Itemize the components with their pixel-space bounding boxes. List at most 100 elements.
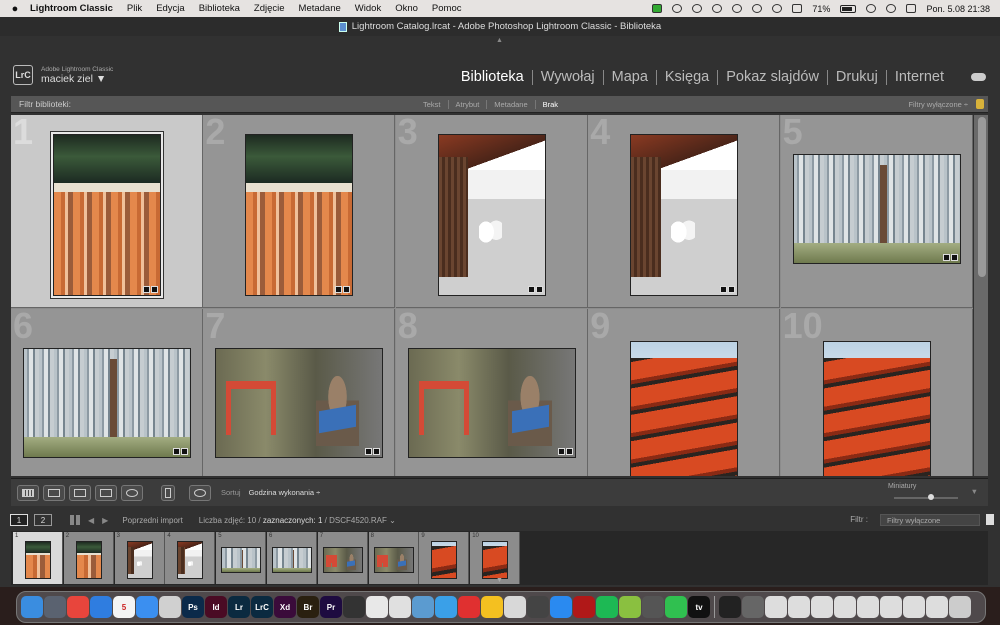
dock-app-icon[interactable]: [136, 596, 158, 618]
download-status-icon[interactable]: [652, 4, 663, 13]
module-library[interactable]: Biblioteka: [453, 70, 532, 85]
thumbnail-badges[interactable]: [557, 447, 573, 455]
dock-app-icon[interactable]: [665, 596, 687, 618]
dock-app-icon[interactable]: [573, 596, 595, 618]
dock-app-icon[interactable]: [550, 596, 572, 618]
control-center-icon[interactable]: [906, 4, 917, 13]
metadata-badge-icon[interactable]: [335, 285, 343, 293]
dock-app-icon[interactable]: Lr: [228, 596, 250, 618]
bottom-panel-toggle-icon[interactable]: ▼: [496, 577, 503, 584]
back-arrow-icon[interactable]: ◀: [88, 516, 94, 525]
module-web[interactable]: Internet: [885, 70, 952, 85]
grid-cell[interactable]: 4: [588, 115, 781, 308]
compare-view-button[interactable]: [69, 484, 91, 501]
dock-app-icon[interactable]: [412, 596, 434, 618]
photo-thumbnail[interactable]: [215, 347, 384, 458]
thumbnail-badges[interactable]: [527, 285, 543, 293]
filmstrip-thumbnail[interactable]: [272, 547, 312, 573]
dock-app-icon[interactable]: [21, 596, 43, 618]
spotlight-search-icon[interactable]: [886, 4, 897, 13]
dock-app-icon[interactable]: [527, 596, 549, 618]
grid-cell[interactable]: 1: [11, 115, 203, 308]
dock-app-icon[interactable]: 5: [113, 596, 135, 618]
creative-cloud-icon[interactable]: [692, 4, 703, 13]
filmstrip-thumbnail[interactable]: [177, 541, 204, 579]
filmstrip-cell[interactable]: 8: [368, 532, 419, 584]
module-develop[interactable]: Wywołaj: [531, 70, 603, 85]
filmstrip-thumbnail[interactable]: [126, 541, 153, 579]
top-panel-toggle-icon[interactable]: ▲: [496, 37, 503, 44]
menubar-clock[interactable]: Pon. 5.08 21:38: [926, 4, 990, 14]
filmstrip-cell[interactable]: 9: [419, 532, 470, 584]
grid-shortcut-icon[interactable]: [70, 515, 80, 525]
filter-lock-icon[interactable]: [986, 514, 994, 525]
cloud-sync-icon[interactable]: [971, 73, 986, 81]
menu-library[interactable]: Biblioteka: [199, 3, 240, 14]
apple-icon[interactable]: ●: [0, 3, 30, 15]
dock-app-icon[interactable]: Xd: [274, 596, 296, 618]
lock-icon[interactable]: [976, 99, 984, 109]
painter-spray-icon[interactable]: [161, 484, 175, 501]
moon-icon[interactable]: [712, 4, 723, 13]
dock-app-icon[interactable]: LrC: [251, 596, 273, 618]
photo-thumbnail[interactable]: [407, 347, 576, 458]
photo-thumbnail[interactable]: [792, 153, 961, 264]
selected-filename[interactable]: / DSCF4520.RAF ⌄: [325, 516, 396, 525]
photo-thumbnail[interactable]: [53, 133, 161, 296]
edit-badge-icon[interactable]: [151, 285, 158, 293]
dock-app-icon[interactable]: [90, 596, 112, 618]
dock-app-icon[interactable]: [67, 596, 89, 618]
filmstrip-cell[interactable]: 6: [267, 532, 317, 584]
filmstrip-cell[interactable]: 2: [63, 532, 114, 584]
photo-thumbnail[interactable]: [630, 340, 739, 476]
filmstrip-cell[interactable]: 4: [165, 532, 216, 584]
dock-app-icon[interactable]: [389, 596, 411, 618]
dock-app-icon[interactable]: [343, 596, 365, 618]
dock-app-icon[interactable]: [481, 596, 503, 618]
grid-cell[interactable]: 6: [11, 305, 203, 476]
photo-thumbnail[interactable]: [437, 133, 546, 296]
thumbnail-badges[interactable]: [365, 447, 381, 455]
survey-view-button[interactable]: [95, 484, 117, 501]
filter-presets-dropdown[interactable]: Filtry wyłączone ÷: [908, 100, 968, 109]
filmstrip-thumbnail[interactable]: [25, 541, 51, 579]
module-map[interactable]: Mapa: [602, 70, 656, 85]
filmstrip-source[interactable]: Poprzedni import: [122, 516, 182, 525]
filter-tab-none[interactable]: Brak: [534, 100, 565, 109]
metadata-badge-icon[interactable]: [942, 253, 950, 261]
main-screen-button[interactable]: 1: [10, 514, 28, 526]
openai-icon[interactable]: [672, 4, 683, 13]
loupe-view-button[interactable]: [43, 484, 65, 501]
grid-scrollbar-thumb[interactable]: [978, 117, 986, 277]
dock-app-icon[interactable]: [435, 596, 457, 618]
sort-direction-icon[interactable]: [189, 484, 211, 501]
module-book[interactable]: Księga: [655, 70, 717, 85]
menu-metadata[interactable]: Metadane: [299, 3, 341, 14]
grid-view-button[interactable]: [17, 484, 39, 501]
dock-app-icon[interactable]: [765, 596, 787, 618]
filmstrip-thumbnail[interactable]: [75, 541, 102, 579]
identity-plate[interactable]: LrC Adobe Lightroom Classic maciek ziel …: [13, 65, 113, 85]
filmstrip-thumbnail[interactable]: [221, 547, 262, 573]
dock-app-icon[interactable]: [811, 596, 833, 618]
dock-app-icon[interactable]: [44, 596, 66, 618]
filter-tab-attribute[interactable]: Atrybut: [447, 100, 487, 109]
metadata-badge-icon[interactable]: [143, 285, 150, 293]
thumbnail-badges[interactable]: [335, 285, 351, 293]
filmstrip-filter-dropdown[interactable]: Filtry wyłączone: [880, 514, 980, 526]
thumbnail-badges[interactable]: [720, 285, 736, 293]
filmstrip-thumbnail[interactable]: [373, 547, 414, 573]
grid-cell[interactable]: 8: [395, 305, 588, 476]
dock-app-icon[interactable]: [926, 596, 948, 618]
edit-badge-icon[interactable]: [181, 447, 188, 455]
metadata-badge-icon[interactable]: [365, 447, 373, 455]
filmstrip-cell[interactable]: 3: [114, 532, 165, 584]
dock-app-icon[interactable]: [834, 596, 856, 618]
dock-app-icon[interactable]: [903, 596, 925, 618]
wifi-icon[interactable]: [866, 4, 877, 13]
module-print[interactable]: Drukuj: [826, 70, 886, 85]
edit-badge-icon[interactable]: [535, 285, 543, 293]
filmstrip-thumbnail[interactable]: [322, 547, 363, 573]
dock-app-icon[interactable]: [880, 596, 902, 618]
dock-app-icon[interactable]: [719, 596, 741, 618]
